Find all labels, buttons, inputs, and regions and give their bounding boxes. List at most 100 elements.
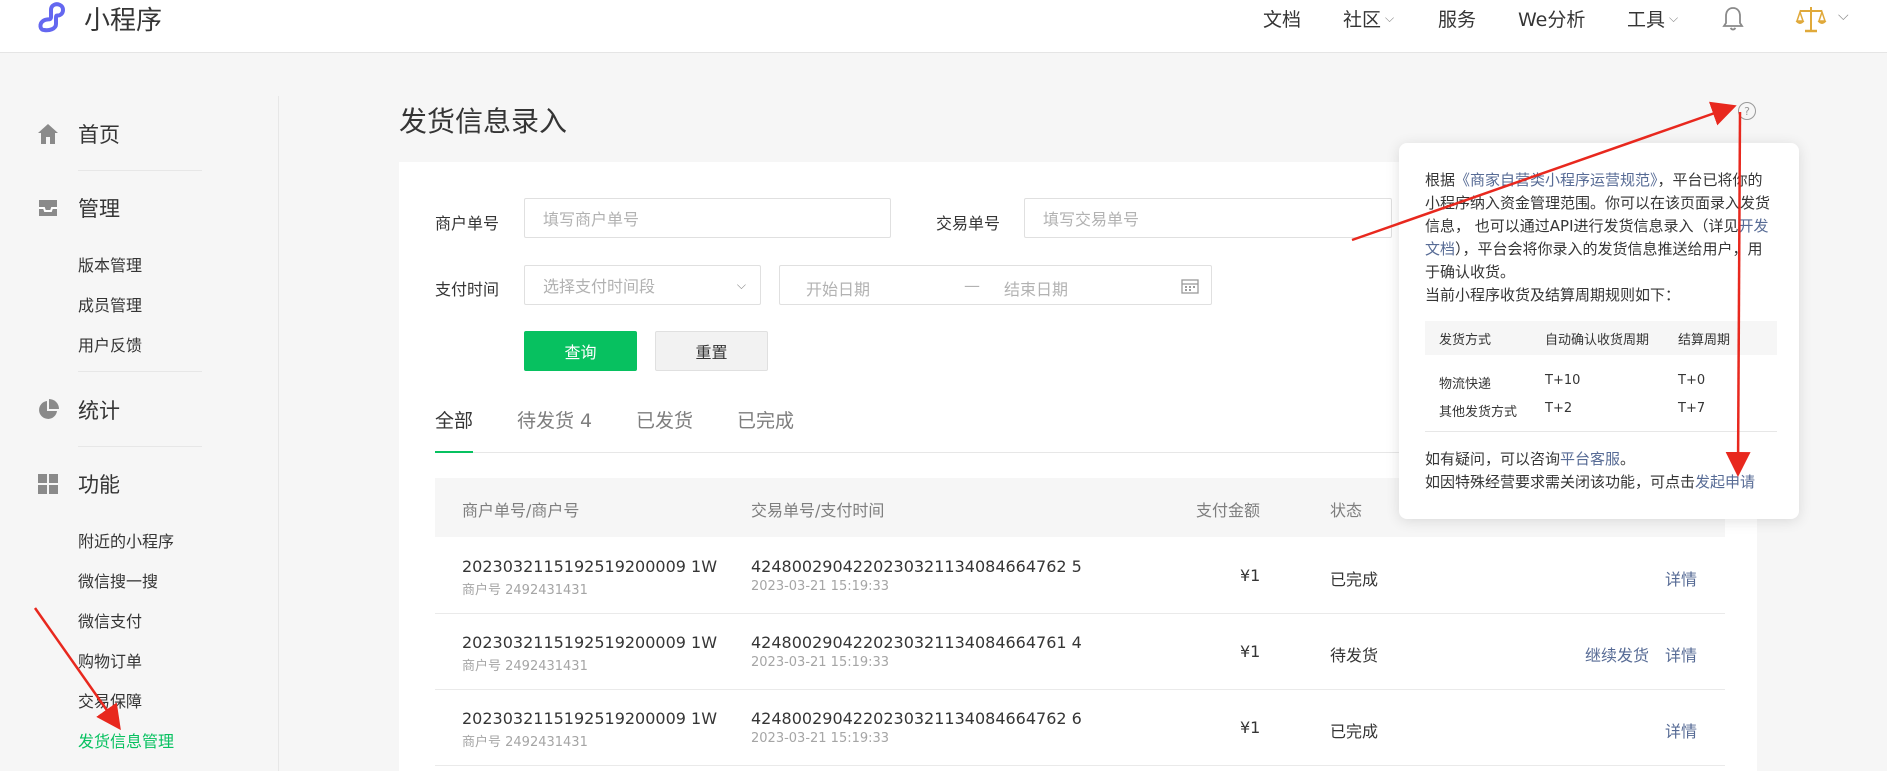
nav-tools-label: 工具 [1627, 8, 1666, 31]
service-link[interactable]: 平台客服 [1560, 450, 1620, 468]
detail-link[interactable]: 详情 [1665, 642, 1697, 666]
sidebar-item-stats[interactable]: 统计 [36, 395, 120, 425]
col-trade-no: 交易单号/支付时间 [751, 501, 885, 520]
col-settlement: 结算周期 [1678, 333, 1731, 348]
amount: ¥1 [1240, 642, 1261, 661]
query-button[interactable]: 查询 [524, 331, 637, 371]
tab-shipped[interactable]: 已发货 [636, 406, 693, 433]
tab-completed[interactable]: 已完成 [737, 406, 794, 433]
sidebar-item-feedback[interactable]: 用户反馈 [78, 332, 142, 356]
merchant-order-placeholder: 填写商户单号 [543, 210, 640, 229]
cycle-table-header: 发货方式 自动确认收货周期 结算周期 [1425, 321, 1777, 355]
order-no: 2023032115192519200009 1W [462, 557, 718, 576]
pay-time: 2023-03-21 15:19:33 [751, 655, 890, 670]
col-amount: 支付金额 [1196, 501, 1261, 520]
sidebar-item-members[interactable]: 成员管理 [78, 292, 142, 316]
chevron-down-icon[interactable]: ⌵ [1838, 8, 1849, 24]
sidebar-item-home-label: 首页 [78, 123, 120, 147]
nav-we-analysis[interactable]: We分析 [1518, 0, 1585, 36]
chevron-down-icon: ⌵ [736, 278, 746, 292]
popover-footer: 如有疑问，可以咨询平台客服。 如因特殊经营要求需关闭该功能，可点击发起申请 [1425, 448, 1785, 494]
trade-no: 4248002904220230321134084664762 6 [751, 709, 1082, 728]
intro-text: ），平台会将你录入的发货信息推送给用户，用于确认收货。 [1425, 240, 1763, 281]
nav-tools[interactable]: 工具 ⌵ [1627, 0, 1678, 36]
trade-no-label: 交易单号 [936, 214, 1001, 233]
intro-text: 根据 [1425, 171, 1456, 189]
amount: ¥1 [1240, 718, 1261, 737]
grid-icon [38, 474, 58, 494]
sidebar-item-manage[interactable]: 管理 [36, 193, 120, 223]
nav-docs[interactable]: 文档 [1263, 0, 1301, 36]
detail-link[interactable]: 详情 [1665, 718, 1697, 742]
nav-services[interactable]: 服务 [1438, 0, 1476, 36]
start-date-placeholder: 开始日期 [806, 280, 871, 299]
ship-method: 其他发货方式 [1439, 405, 1518, 420]
sidebar-item-version[interactable]: 版本管理 [78, 252, 142, 276]
pay-time-select[interactable]: 选择支付时间段 ⌵ [524, 265, 761, 305]
sidebar-divider [278, 96, 279, 771]
help-popover: 根据《商家自营类小程序运营规范》，平台已将你的小程序纳入资金管理范围。你可以在该… [1399, 143, 1799, 519]
inbox-icon [39, 200, 57, 216]
sidebar-item-wechat-pay[interactable]: 微信支付 [78, 608, 142, 632]
status: 已完成 [1330, 570, 1379, 589]
avatar-scale-icon[interactable] [1795, 4, 1827, 34]
bell-icon[interactable] [1721, 6, 1745, 32]
nav-community-label: 社区 [1343, 8, 1382, 31]
sidebar-item-stats-label: 统计 [78, 399, 120, 423]
mini-program-logo-icon [38, 2, 65, 33]
trade-no: 4248002904220230321134084664762 5 [751, 557, 1082, 576]
nav-docs-label: 文档 [1263, 8, 1302, 31]
ship-method: 物流快递 [1439, 377, 1492, 392]
continue-ship-link[interactable]: 继续发货 [1585, 642, 1649, 666]
sidebar-item-manage-label: 管理 [78, 197, 120, 221]
merchant-id: 商户号 2492431431 [462, 735, 588, 750]
col-status: 状态 [1330, 501, 1363, 520]
order-no: 2023032115192519200009 1W [462, 709, 718, 728]
sidebar-item-orders[interactable]: 购物订单 [78, 648, 142, 672]
merchant-id: 商户号 2492431431 [462, 659, 588, 674]
logo[interactable]: 小程序 [36, 0, 162, 36]
trade-no-placeholder: 填写交易单号 [1043, 210, 1140, 229]
row-divider [435, 765, 1725, 766]
order-no: 2023032115192519200009 1W [462, 633, 718, 652]
chevron-down-icon: ⌵ [1385, 10, 1395, 25]
foot-text: 如有疑问，可以咨询 [1425, 450, 1561, 468]
sidebar-item-search[interactable]: 微信搜一搜 [78, 568, 158, 592]
end-date-placeholder: 结束日期 [1004, 280, 1069, 299]
sidebar-item-shipping-info[interactable]: 发货信息管理 [78, 728, 174, 752]
pay-time: 2023-03-21 15:19:33 [751, 731, 890, 746]
pay-time-select-placeholder: 选择支付时间段 [543, 277, 656, 296]
settlement: T+7 [1678, 401, 1706, 416]
date-range-picker[interactable]: 开始日期 — 结束日期 [779, 265, 1212, 305]
nav-community[interactable]: 社区 ⌵ [1343, 0, 1394, 36]
sidebar-item-trade-guarantee[interactable]: 交易保障 [78, 688, 142, 712]
merchant-order-label: 商户单号 [435, 214, 500, 233]
page-title: 发货信息录入 [399, 105, 568, 138]
calendar-icon [1181, 279, 1199, 294]
top-bar: 小程序 文档 社区 ⌵ 服务 We分析 工具 ⌵ ⌵ [0, 0, 1887, 53]
detail-link[interactable]: 详情 [1665, 566, 1697, 590]
help-icon[interactable]: ? [1738, 102, 1756, 120]
sidebar-item-features[interactable]: 功能 [36, 469, 120, 499]
merchant-order-input[interactable]: 填写商户单号 [524, 198, 891, 238]
auto-confirm: T+2 [1545, 401, 1573, 416]
col-auto-confirm: 自动确认收货周期 [1545, 333, 1650, 348]
tab-all[interactable]: 全部 [435, 406, 473, 433]
intro-text: 当前小程序收货及结算周期规则如下： [1425, 286, 1681, 304]
sidebar-separator [78, 371, 202, 372]
tab-pending[interactable]: 待发货 4 [517, 406, 592, 433]
reset-button[interactable]: 重置 [655, 331, 768, 371]
status: 待发货 [1330, 646, 1379, 665]
sidebar-item-home[interactable]: 首页 [36, 119, 120, 149]
auto-confirm: T+10 [1545, 373, 1581, 388]
app-name: 小程序 [84, 5, 163, 36]
home-icon [38, 124, 58, 144]
sidebar-item-nearby[interactable]: 附近的小程序 [78, 528, 174, 552]
rules-link[interactable]: 《商家自营类小程序运营规范》 [1455, 171, 1658, 189]
foot-text: 。 [1620, 450, 1636, 468]
trade-no: 4248002904220230321134084664761 4 [751, 633, 1082, 652]
sidebar-separator [78, 170, 202, 171]
apply-link[interactable]: 发起申请 [1695, 473, 1755, 491]
popover-divider [1425, 431, 1777, 432]
trade-no-input[interactable]: 填写交易单号 [1024, 198, 1392, 238]
